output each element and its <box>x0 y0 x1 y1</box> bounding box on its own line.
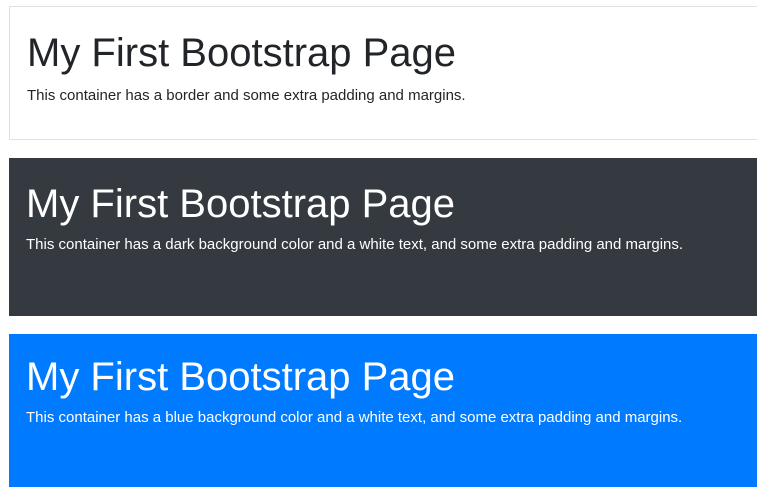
bordered-container: My First Bootstrap Page This container h… <box>9 6 757 140</box>
bordered-container-heading: My First Bootstrap Page <box>27 31 457 75</box>
blue-container: My First Bootstrap Page This container h… <box>9 334 757 487</box>
blue-container-heading: My First Bootstrap Page <box>26 355 456 399</box>
dark-container-heading: My First Bootstrap Page <box>26 182 456 226</box>
dark-container: My First Bootstrap Page This container h… <box>9 158 757 316</box>
bordered-container-text: This container has a border and some ext… <box>27 87 466 104</box>
dark-container-text: This container has a dark background col… <box>26 236 684 253</box>
blue-container-text: This container has a blue background col… <box>26 409 683 426</box>
page: My First Bootstrap Page This container h… <box>0 0 757 487</box>
